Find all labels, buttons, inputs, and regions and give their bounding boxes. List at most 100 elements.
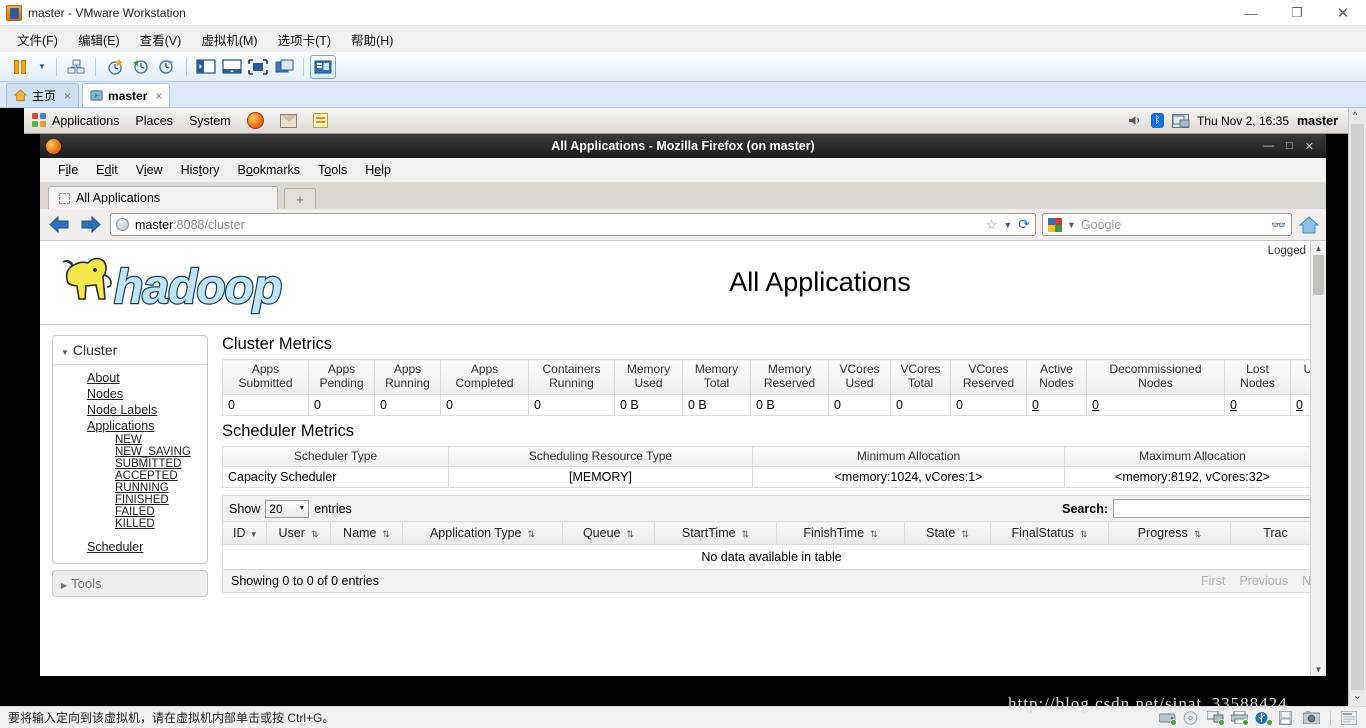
new-tab-button[interactable]: +	[284, 188, 316, 209]
col-application-type[interactable]: Application Type ⇅	[402, 521, 563, 546]
gnome-menu-system[interactable]: System	[181, 114, 239, 128]
col-apps-completed[interactable]: Apps Completed	[440, 359, 529, 395]
network-monitor-icon[interactable]	[1171, 113, 1190, 128]
sidebar-item-applications[interactable]: Applications	[53, 418, 207, 434]
page-previous-button[interactable]: Previous	[1239, 574, 1288, 588]
home-button[interactable]	[1298, 214, 1320, 236]
col-memory-total[interactable]: Memory Total	[682, 359, 751, 395]
menu-view[interactable]: 查看(V)	[131, 27, 191, 52]
launcher-notes[interactable]	[305, 113, 336, 128]
manage-snapshots-icon[interactable]	[63, 55, 89, 79]
col-user[interactable]: User ⇅	[266, 521, 331, 546]
page-first-button[interactable]: First	[1201, 574, 1225, 588]
reload-icon[interactable]: ⟳	[1018, 216, 1030, 233]
gnome-menu-places[interactable]: Places	[127, 114, 181, 128]
sidebar-item-killed[interactable]: KILLED	[53, 518, 207, 530]
binoculars-icon[interactable]: 👓	[1271, 218, 1286, 232]
menu-edit[interactable]: Edit	[88, 161, 126, 179]
sidebar-item-new-saving[interactable]: NEW_SAVING	[53, 446, 207, 458]
col-scheduler-type[interactable]: Scheduler Type	[222, 445, 449, 468]
search-input[interactable]	[1113, 499, 1310, 519]
sidebar-item-finished[interactable]: FINISHED	[53, 494, 207, 506]
display-icon[interactable]	[1340, 710, 1358, 725]
clock[interactable]: Thu Nov 2, 16:35	[1197, 114, 1289, 128]
restore-button[interactable]: ❐	[1274, 0, 1320, 26]
col-finalstatus[interactable]: FinalStatus ⇅	[990, 521, 1109, 546]
col-queue[interactable]: Queue ⇅	[562, 521, 655, 546]
menu-file[interactable]: File	[50, 161, 86, 179]
col-state[interactable]: State ⇅	[904, 521, 991, 546]
revert-snapshot-icon[interactable]	[128, 55, 154, 79]
entries-select[interactable]: 20 ▼	[265, 499, 310, 518]
lost-nodes-link[interactable]: 0	[1230, 398, 1237, 412]
dropdown-caret-icon[interactable]: ▼	[34, 56, 50, 78]
col-lost-nodes[interactable]: Lost Nodes	[1224, 359, 1291, 395]
enter-fullscreen-icon[interactable]	[245, 55, 271, 79]
menu-view[interactable]: View	[128, 161, 171, 179]
col-vcores-used[interactable]: VCores Used	[828, 359, 891, 395]
menu-edit[interactable]: 编辑(E)	[69, 27, 129, 52]
sidebar-item-running[interactable]: RUNNING	[53, 482, 207, 494]
suspend-icon[interactable]	[8, 55, 34, 79]
col-vcores-reserved[interactable]: VCores Reserved	[950, 359, 1027, 395]
launcher-mail[interactable]	[272, 113, 305, 128]
show-thumbnail-bar-icon[interactable]	[219, 55, 245, 79]
page-next-button[interactable]: N	[1302, 574, 1310, 588]
take-snapshot-icon[interactable]	[102, 55, 128, 79]
menu-help[interactable]: 帮助(H)	[342, 27, 402, 52]
decommissioned-nodes-link[interactable]: 0	[1092, 398, 1099, 412]
col-scheduling-resource-type[interactable]: Scheduling Resource Type	[448, 445, 753, 468]
gnome-menu-applications[interactable]: Applications	[24, 113, 127, 128]
col-id[interactable]: ID ▾	[222, 521, 267, 546]
col-finishtime[interactable]: FinishTime ⇅	[776, 521, 905, 546]
col-unhealthy-nodes[interactable]: UnhealthyNodes	[1290, 359, 1310, 395]
minimize-button[interactable]: —	[1228, 0, 1274, 26]
maximize-button[interactable]: □	[1286, 140, 1293, 153]
camera-icon[interactable]	[1302, 710, 1321, 725]
sidebar-item-node-labels[interactable]: Node Labels	[53, 402, 207, 418]
close-button[interactable]: ✕	[1320, 0, 1366, 26]
sidebar-item-failed[interactable]: FAILED	[53, 506, 207, 518]
user-menu[interactable]: master	[1297, 114, 1338, 128]
col-minimum-allocation[interactable]: Minimum Allocation	[752, 445, 1065, 468]
col-active-nodes[interactable]: Active Nodes	[1026, 359, 1087, 395]
col-memory-reserved[interactable]: Memory Reserved	[750, 359, 829, 395]
col-apps-submitted[interactable]: Apps Submitted	[222, 359, 309, 395]
chevron-down-icon[interactable]: ▼	[1003, 220, 1012, 230]
menu-history[interactable]: History	[173, 161, 228, 179]
nav-section-cluster[interactable]: ▼ Cluster	[53, 336, 207, 362]
search-bar[interactable]: ▼ Google 👓	[1042, 213, 1292, 236]
sidebar-item-submitted[interactable]: SUBMITTED	[53, 458, 207, 470]
col-tracking-ui[interactable]: Trac	[1230, 521, 1310, 546]
guest-vertical-scrollbar[interactable]: ^	[1348, 108, 1366, 706]
menu-file[interactable]: 文件(F)	[8, 27, 67, 52]
menu-help[interactable]: Help	[357, 161, 399, 179]
col-decommissioned-nodes[interactable]: Decommissioned Nodes	[1086, 359, 1225, 395]
sidebar-item-accepted[interactable]: ACCEPTED	[53, 470, 207, 482]
page-vertical-scrollbar[interactable]: ▲ ▼	[1310, 241, 1326, 676]
vmware-tab-home[interactable]: 主页 ×	[6, 83, 80, 107]
unity-mode-icon[interactable]	[271, 55, 297, 79]
back-button[interactable]	[46, 214, 72, 236]
guest-screen[interactable]: Applications Places System ᛒ Thu Nov 2, …	[0, 108, 1366, 706]
scroll-down-icon[interactable]: ▼	[1311, 662, 1326, 676]
scroll-up-icon[interactable]: ^	[1353, 110, 1357, 120]
scroll-up-icon[interactable]: ▲	[1311, 241, 1326, 255]
col-progress[interactable]: Progress ⇅	[1108, 521, 1231, 546]
sidebar-item-new[interactable]: NEW	[53, 434, 207, 446]
col-name[interactable]: Name ⇅	[330, 521, 403, 546]
browser-tab-all-applications[interactable]: All Applications	[48, 186, 278, 209]
launcher-firefox[interactable]	[239, 112, 272, 129]
menu-vm[interactable]: 虚拟机(M)	[192, 27, 266, 52]
col-memory-used[interactable]: Memory Used	[614, 359, 683, 395]
active-nodes-link[interactable]: 0	[1032, 398, 1039, 412]
minimize-button[interactable]: —	[1263, 140, 1274, 153]
sidebar-item-about[interactable]: About	[53, 370, 207, 386]
col-apps-running[interactable]: Apps Running	[374, 359, 441, 395]
close-icon[interactable]: ×	[155, 89, 162, 103]
scrollbar-thumb[interactable]	[1313, 255, 1324, 295]
address-bar[interactable]: master:8088/cluster ☆ ▼ ⟳	[110, 213, 1036, 236]
vmware-tab-master[interactable]: master ×	[82, 83, 171, 107]
close-button[interactable]: ✕	[1305, 140, 1314, 153]
close-icon[interactable]: ×	[64, 89, 71, 103]
